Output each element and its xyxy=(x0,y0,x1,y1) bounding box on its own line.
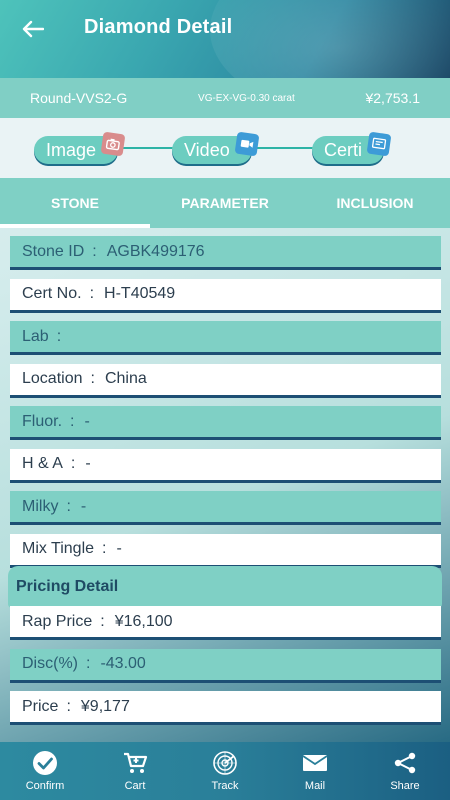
detail-row-location: Location : China xyxy=(10,363,441,398)
nav-cart[interactable]: Cart xyxy=(90,742,180,800)
pricing-value: ¥16,100 xyxy=(114,612,173,630)
detail-row-cert-no: Cert No. : H-T40549 xyxy=(10,278,441,313)
certificate-icon xyxy=(366,131,392,157)
pricing-title: Pricing Detail xyxy=(16,578,119,595)
back-arrow-icon xyxy=(22,20,44,38)
bottom-nav: Confirm Cart Track Mail Share xyxy=(0,742,450,800)
camera-icon xyxy=(100,131,126,157)
summary-price: ¥2,753.1 xyxy=(365,90,420,106)
app-header: Diamond Detail xyxy=(0,0,450,78)
detail-label: Mix Tingle xyxy=(22,540,95,557)
cart-icon xyxy=(122,750,148,776)
pricing-separator: : xyxy=(100,612,105,630)
detail-row-stone-id: Stone ID : AGBK499176 xyxy=(10,236,441,270)
video-button[interactable]: Video xyxy=(172,131,260,164)
nav-label: Mail xyxy=(304,780,326,792)
summary-grade: Round-VVS2-G xyxy=(30,90,128,106)
detail-row-lab: Lab : xyxy=(10,321,441,355)
pricing-detail-header: Pricing Detail xyxy=(8,566,442,608)
share-icon xyxy=(392,750,418,776)
detail-label: Milky xyxy=(22,497,59,515)
pricing-value: -43.00 xyxy=(100,655,146,672)
header-decoration xyxy=(210,0,450,78)
detail-label: Location xyxy=(22,370,83,387)
tab-stone[interactable]: STONE xyxy=(0,178,150,228)
detail-row-milky: Milky : - xyxy=(10,491,441,525)
nav-label: Share xyxy=(390,780,420,792)
pricing-separator: : xyxy=(86,655,91,672)
nav-mail[interactable]: Mail xyxy=(270,742,360,800)
nav-confirm[interactable]: Confirm xyxy=(0,742,90,800)
detail-label: Lab xyxy=(22,327,49,345)
detail-label: Cert No. xyxy=(22,285,82,302)
stone-detail-list: Stone ID : AGBK499176 Cert No. : H-T4054… xyxy=(10,236,441,576)
detail-row-mix-tingle: Mix Tingle : - xyxy=(10,533,441,568)
mail-icon xyxy=(302,750,328,776)
pricing-value: ¥9,177 xyxy=(80,697,130,715)
detail-value: - xyxy=(116,540,122,557)
pricing-label: Rap Price xyxy=(22,612,93,630)
tab-inclusion[interactable]: INCLUSION xyxy=(300,178,450,228)
diamond-detail-screen: Diamond Detail Round-VVS2-G VG-EX-VG-0.3… xyxy=(0,0,450,800)
detail-separator: : xyxy=(70,455,76,472)
detail-tabs: STONE PARAMETER INCLUSION xyxy=(0,178,450,228)
detail-label: Fluor. xyxy=(22,412,63,430)
detail-separator: : xyxy=(90,370,95,387)
pricing-row-rap-price: Rap Price : ¥16,100 xyxy=(10,606,441,640)
pricing-detail-list: Rap Price : ¥16,100 Disc(%) : -43.00 Pri… xyxy=(10,606,441,734)
nav-label: Cart xyxy=(124,780,146,792)
page-title: Diamond Detail xyxy=(84,16,233,38)
detail-label: Stone ID xyxy=(22,242,85,260)
certi-button[interactable]: Certi xyxy=(312,131,392,164)
pricing-separator: : xyxy=(66,697,71,715)
certi-button-label: Certi xyxy=(324,139,363,160)
media-buttons: Image Video Certi xyxy=(0,118,450,178)
check-circle-icon xyxy=(32,750,58,776)
detail-value: AGBK499176 xyxy=(106,242,205,260)
image-button[interactable]: Image xyxy=(34,131,126,164)
detail-separator: : xyxy=(102,540,107,557)
detail-row-h-and-a: H & A : - xyxy=(10,448,441,483)
detail-label: H & A xyxy=(22,455,63,472)
nav-share[interactable]: Share xyxy=(360,742,450,800)
back-button[interactable] xyxy=(16,14,50,44)
detail-value: - xyxy=(84,412,90,430)
tab-parameter[interactable]: PARAMETER xyxy=(150,178,300,228)
nav-track[interactable]: Track xyxy=(180,742,270,800)
summary-spec: VG-EX-VG-0.30 carat xyxy=(198,92,295,104)
detail-value: H-T40549 xyxy=(104,285,176,302)
detail-separator: : xyxy=(89,285,95,302)
detail-value: China xyxy=(104,370,147,387)
detail-value: - xyxy=(85,455,91,472)
detail-separator: : xyxy=(70,412,75,430)
image-button-label: Image xyxy=(46,139,97,160)
nav-label: Track xyxy=(211,780,239,792)
detail-row-fluor: Fluor. : - xyxy=(10,406,441,440)
detail-value: - xyxy=(80,497,87,515)
diamond-summary: Round-VVS2-G VG-EX-VG-0.30 carat ¥2,753.… xyxy=(0,78,450,118)
video-camera-icon xyxy=(234,131,260,157)
video-button-label: Video xyxy=(184,139,230,160)
detail-separator: : xyxy=(92,242,97,260)
pricing-label: Price xyxy=(22,697,59,715)
detail-separator: : xyxy=(56,327,62,345)
pricing-label: Disc(%) xyxy=(22,655,78,672)
nav-label: Confirm xyxy=(25,780,65,792)
detail-separator: : xyxy=(66,497,71,515)
pricing-row-price: Price : ¥9,177 xyxy=(10,691,441,725)
pricing-row-discount: Disc(%) : -43.00 xyxy=(10,648,441,683)
radar-icon xyxy=(212,750,238,776)
